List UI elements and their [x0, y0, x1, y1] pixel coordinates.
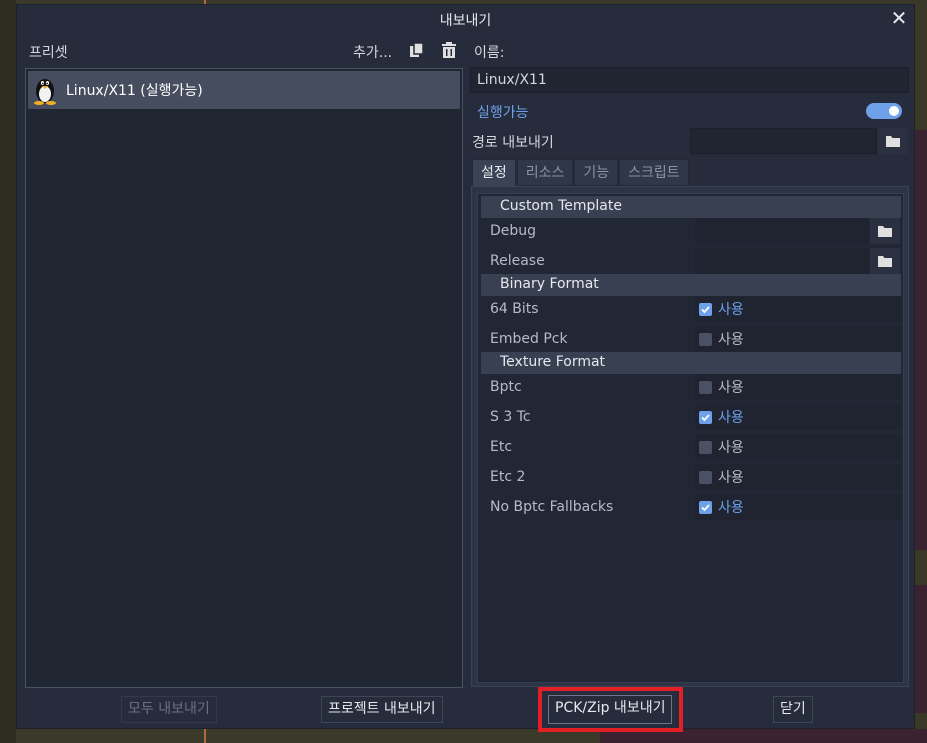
checkbox-label: 사용 — [718, 470, 744, 486]
toggle-knob — [889, 106, 899, 116]
checkbox-etc2[interactable]: 사용 — [695, 464, 901, 490]
prop-label-embed-pck: Embed Pck — [490, 331, 568, 347]
prop-label-64-bits: 64 Bits — [490, 301, 539, 317]
close-button[interactable]: 닫기 — [773, 696, 813, 723]
dialog-title: 내보내기 — [439, 13, 492, 29]
checkbox-no-bptc-fallbacks[interactable]: 사용 — [695, 494, 901, 520]
checkbox-unchecked-icon — [699, 440, 712, 454]
prop-label-etc: Etc — [490, 439, 513, 455]
export-all-button[interactable]: 모두 내보내기 — [121, 696, 217, 723]
trash-icon[interactable] — [440, 41, 458, 59]
tab-settings[interactable]: 설정 — [472, 159, 516, 186]
runnable-label: 실행가능 — [477, 105, 529, 121]
checkbox-label: 사용 — [718, 380, 744, 396]
tab-resources[interactable]: 리소스 — [516, 159, 574, 186]
prop-label-release: Release — [490, 253, 545, 269]
export-pck-zip-button[interactable]: PCK/Zip 내보내기 — [548, 695, 673, 724]
checkbox-label: 사용 — [718, 440, 744, 456]
editor-background-panel — [915, 585, 927, 713]
inspector-list[interactable]: Custom Template Debug Release Binary For… — [477, 193, 904, 683]
checkbox-etc[interactable]: 사용 — [695, 434, 901, 460]
export-path-label: 경로 내보내기 — [472, 135, 554, 151]
tab-features[interactable]: 기능 — [574, 159, 619, 186]
debug-template-input[interactable] — [695, 218, 869, 244]
export-path-input[interactable] — [690, 128, 877, 154]
export-project-button[interactable]: 프로젝트 내보내기 — [321, 696, 443, 723]
folder-icon[interactable] — [870, 218, 900, 244]
prop-label-no-bptc-fallbacks: No Bptc Fallbacks — [490, 499, 614, 515]
prop-label-etc2: Etc 2 — [490, 469, 526, 485]
checkbox-label: 사용 — [718, 500, 744, 516]
checkbox-checked-icon — [699, 500, 712, 514]
linux-penguin-icon — [34, 79, 56, 105]
section-texture-format[interactable]: Texture Format — [481, 352, 901, 374]
section-custom-template[interactable]: Custom Template — [481, 196, 901, 218]
checkbox-checked-icon — [699, 302, 712, 316]
tab-script[interactable]: 스크립트 — [619, 159, 689, 186]
close-icon[interactable]: ✕ — [890, 8, 908, 28]
editor-background-left — [0, 0, 16, 743]
folder-icon[interactable] — [878, 128, 908, 154]
presets-label: 프리셋 — [29, 45, 68, 61]
checkbox-embed-pck[interactable]: 사용 — [695, 326, 901, 352]
checkbox-s3tc[interactable]: 사용 — [695, 404, 901, 430]
checkbox-64-bits[interactable]: 사용 — [695, 296, 901, 322]
prop-label-s3tc: S 3 Tc — [490, 409, 531, 425]
section-binary-format[interactable]: Binary Format — [481, 274, 901, 296]
checkbox-unchecked-icon — [699, 332, 712, 346]
name-label: 이름: — [474, 45, 505, 61]
checkbox-label: 사용 — [718, 410, 744, 426]
preset-list[interactable]: Linux/X11 (실행가능) — [25, 68, 463, 688]
checkbox-label: 사용 — [718, 332, 744, 348]
checkbox-label: 사용 — [718, 302, 744, 318]
checkbox-unchecked-icon — [699, 470, 712, 484]
prop-label-debug: Debug — [490, 223, 537, 239]
release-template-input[interactable] — [695, 248, 869, 274]
add-preset-button[interactable]: 추가... — [353, 42, 392, 62]
preset-name: Linux/X11 (실행가능) — [66, 83, 203, 99]
runnable-toggle[interactable] — [866, 103, 902, 119]
options-tabs: 설정 리소스 기능 스크립트 — [472, 159, 690, 186]
preset-item-linux[interactable]: Linux/X11 (실행가능) — [28, 71, 460, 109]
preset-name-input[interactable]: Linux/X11 — [470, 67, 909, 93]
options-panel: Custom Template Debug Release Binary For… — [471, 186, 909, 687]
checkbox-bptc[interactable]: 사용 — [695, 374, 901, 400]
editor-background-panel — [915, 130, 927, 550]
folder-icon[interactable] — [870, 248, 900, 274]
editor-background-line — [204, 729, 206, 743]
title-bar: 내보내기 ✕ — [17, 5, 914, 33]
duplicate-icon[interactable] — [408, 41, 426, 59]
prop-label-bptc: Bptc — [490, 379, 522, 395]
export-dialog: 내보내기 ✕ 프리셋 추가... Linux/X11 (실행가능) 이름: Li… — [16, 4, 915, 732]
checkbox-checked-icon — [699, 410, 712, 424]
checkbox-unchecked-icon — [699, 380, 712, 394]
